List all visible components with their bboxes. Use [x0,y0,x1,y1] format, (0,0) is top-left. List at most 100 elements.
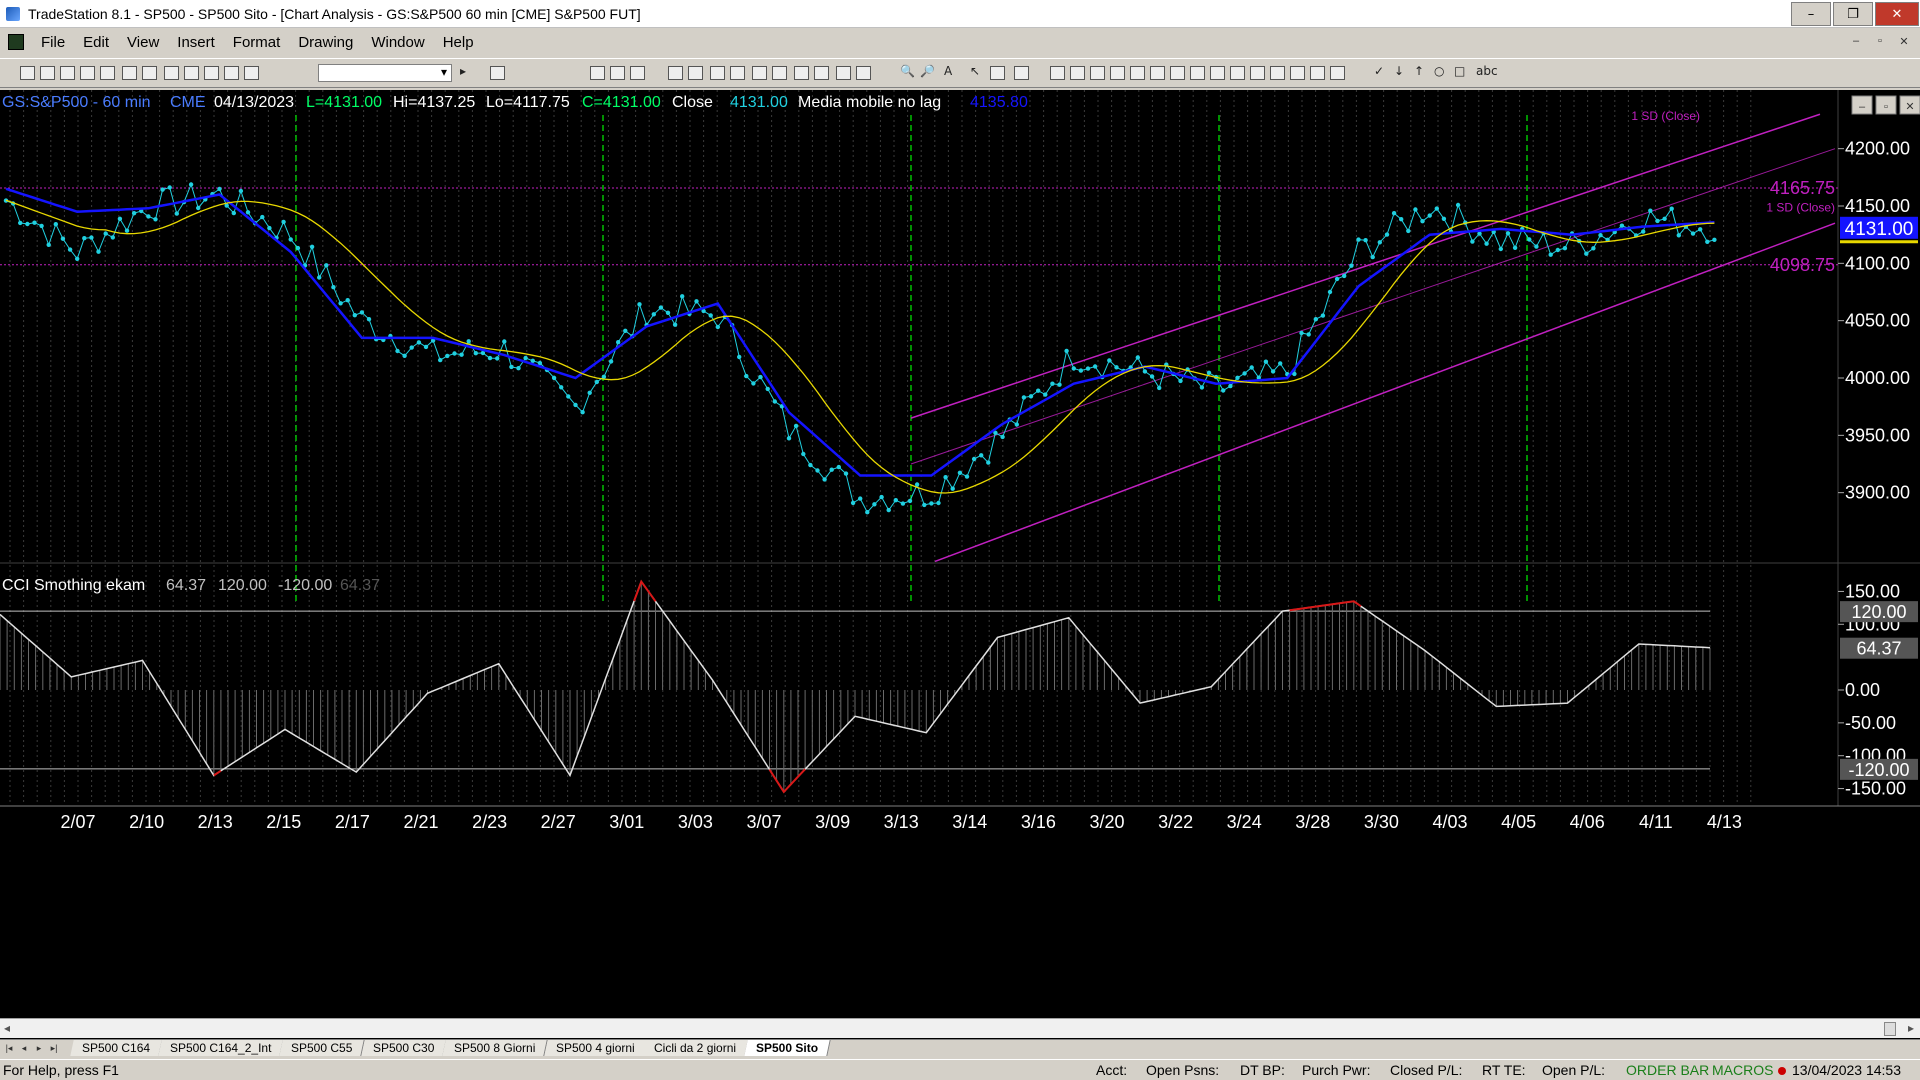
chart-analysis-window[interactable]: 4200.00 4150.00 4100.00 4050.00 4000.00 3950.… [0,90,1920,1047]
new-icon[interactable] [20,66,35,80]
price-point [907,498,913,504]
time-cycles-icon[interactable] [1170,66,1185,80]
workspace-tab[interactable]: SP500 Sito [744,1040,832,1056]
menu-file[interactable]: File [32,34,74,51]
x-axis-label: 2/13 [198,812,233,832]
text-icon[interactable]: A [944,64,959,78]
scroll-right-icon[interactable]: ▸ [1908,1021,1914,1035]
horizontal-line-icon[interactable] [1250,66,1265,80]
andrews-pitchfork-icon[interactable] [1150,66,1165,80]
minimize-button[interactable]: – [1791,2,1831,26]
chart-analysis-icon[interactable] [164,66,179,80]
tab-next-icon[interactable]: ▸ [32,1041,46,1056]
check-icon[interactable]: ✓ [1374,64,1389,78]
menu-view[interactable]: View [118,34,168,51]
menu-format[interactable]: Format [224,34,290,51]
new-workspace-icon[interactable] [80,66,95,80]
chart-type-icon[interactable] [794,66,809,80]
workspace-tab[interactable]: SP500 C55 [279,1040,366,1056]
matrix-icon[interactable] [224,66,239,80]
pencil-icon[interactable] [1330,66,1345,80]
data-window-icon[interactable] [772,66,787,80]
properties-icon[interactable] [814,66,829,80]
hot-lists-icon[interactable] [244,66,259,80]
time-frame-icon[interactable] [710,66,725,80]
workspace-tab[interactable]: SP500 8 Giorni [442,1040,549,1056]
tab-first-icon[interactable]: |◂ [2,1041,16,1056]
workspace-tab[interactable]: SP500 C30 [361,1040,447,1056]
sell-arrow-icon[interactable]: ↓ [1394,64,1409,78]
arc-icon[interactable] [1290,66,1305,80]
macros-button[interactable]: MACROS [1712,1062,1773,1078]
price-point [879,494,884,500]
fib-icon[interactable] [1070,66,1085,80]
alert-icon[interactable] [1014,66,1029,80]
ellipse-icon[interactable] [1210,66,1225,80]
tool-zoom-out-icon[interactable]: 🔍 [900,64,915,78]
spiral-icon[interactable] [1310,66,1325,80]
tool-zoom-in-icon[interactable]: 🔎 [920,64,935,78]
expand-icon[interactable] [856,66,871,80]
menu-window[interactable]: Window [362,34,433,51]
circle-icon[interactable]: ○ [1434,64,1449,78]
menu-help[interactable]: Help [434,34,483,51]
tab-prev-icon[interactable]: ◂ [17,1041,31,1056]
play-arrow-icon[interactable]: ▸ [460,64,475,78]
price-point [196,205,201,211]
session-icon[interactable] [730,66,745,80]
workspace-tab[interactable]: SP500 C164 [70,1040,163,1056]
speed-line-icon[interactable] [1190,66,1205,80]
eraser-icon[interactable] [990,66,1005,80]
print-icon[interactable] [142,66,157,80]
menu-insert[interactable]: Insert [168,34,224,51]
mdi-close-button[interactable]: ✕ [1894,32,1914,50]
horizontal-scrollbar[interactable]: ◂ ▸ [0,1018,1920,1038]
save-icon[interactable] [122,66,137,80]
strategy-icon[interactable] [752,66,767,80]
radarscreen-icon[interactable] [184,66,199,80]
menu-drawing[interactable]: Drawing [289,34,362,51]
price-point [1320,313,1326,318]
lock-icon[interactable] [204,66,219,80]
workspace-tab[interactable]: SP500 C164_2_Int [158,1040,285,1056]
sd-top-label: 1 SD (Close) [1631,109,1700,123]
chart-window-icon[interactable] [8,34,24,50]
trendline-icon[interactable] [1050,66,1065,80]
mdi-restore-button[interactable]: ▫ [1870,32,1890,50]
folder-icon[interactable] [100,66,115,80]
format-window-icon[interactable] [590,66,605,80]
symbol-lookup-icon[interactable] [490,66,505,80]
close-button[interactable]: ✕ [1875,2,1919,26]
open-icon[interactable] [40,66,55,80]
price-point [1085,366,1091,371]
price-point [1363,238,1368,243]
scroll-thumb[interactable] [1884,1022,1896,1036]
symbol-input[interactable] [318,64,452,82]
restore-button[interactable]: ❐ [1833,2,1873,26]
price-point [1278,361,1283,366]
order-bar-button[interactable]: ORDER BAR [1626,1062,1709,1078]
mdi-minimize-button[interactable]: – [1846,32,1866,50]
workspace-tab[interactable]: Cicli da 2 giorni [642,1040,750,1056]
insert-indicator-icon[interactable] [630,66,645,80]
menu-edit[interactable]: Edit [74,34,118,51]
format-symbol-icon[interactable] [610,66,625,80]
refresh-icon[interactable] [688,66,703,80]
workspace-tab[interactable]: SP500 4 giorni [543,1040,648,1056]
rectangle-icon[interactable] [1230,66,1245,80]
text-abc-icon[interactable]: abc [1476,64,1498,78]
square-icon[interactable]: □ [1454,64,1469,78]
scroll-left-icon[interactable]: ◂ [4,1021,10,1035]
buy-arrow-icon[interactable]: ↑ [1414,64,1429,78]
chart-canvas[interactable]: 4200.00 4150.00 4100.00 4050.00 4000.00 3950.… [0,90,1920,1018]
compress-icon[interactable] [836,66,851,80]
price-point [153,217,158,222]
channel-icon[interactable] [1090,66,1105,80]
bar-type-icon[interactable] [668,66,683,80]
vertical-line-icon[interactable] [1270,66,1285,80]
tab-last-icon[interactable]: ▸| [47,1041,61,1056]
open-workspace-icon[interactable] [60,66,75,80]
gann-fan-icon[interactable] [1130,66,1145,80]
pointer-icon[interactable]: ↖ [970,64,985,78]
regression-icon[interactable] [1110,66,1125,80]
